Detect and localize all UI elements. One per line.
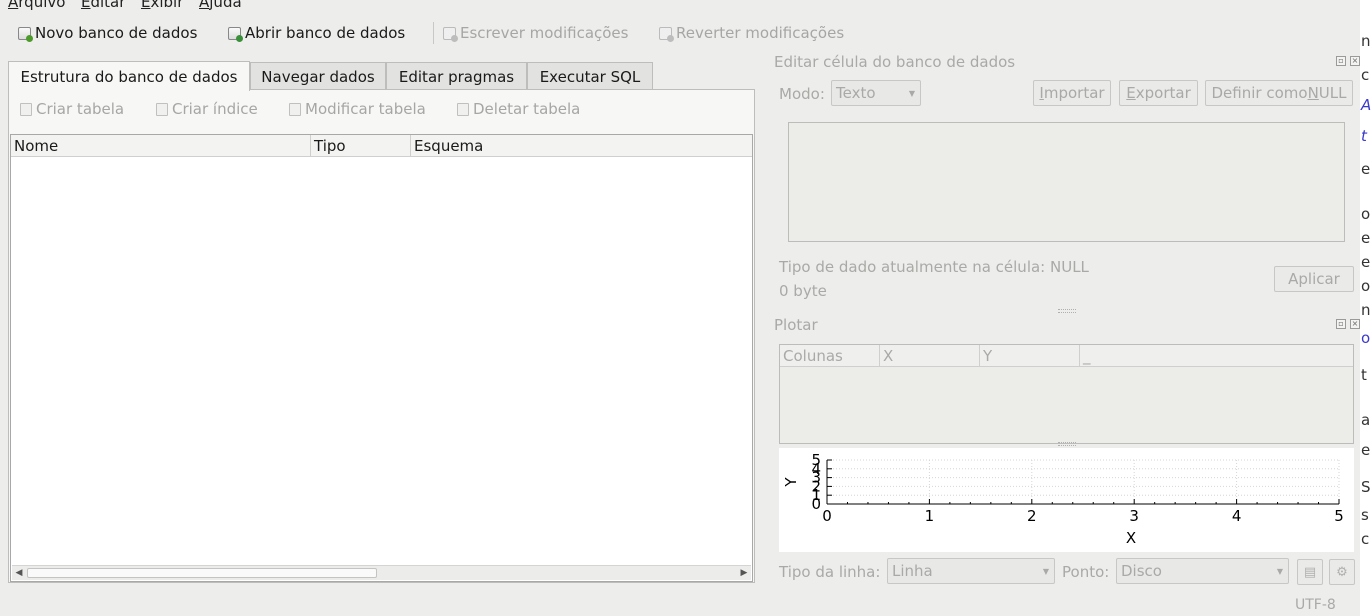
modify-table-icon — [289, 102, 301, 116]
delete-table-icon — [457, 102, 469, 116]
x-tick-label: 5 — [1334, 507, 1344, 525]
cell-editor-textarea[interactable] — [788, 122, 1345, 242]
horizontal-scrollbar[interactable]: ◀ ▶ — [12, 565, 751, 580]
export-button[interactable]: Exportar — [1119, 80, 1198, 106]
menu-ajuda[interactable]: Ajuda — [199, 0, 242, 11]
open-database-icon — [228, 26, 243, 42]
point-label: Ponto: — [1062, 563, 1110, 581]
edit-cell-dock-title: Editar célula do banco de dados — [774, 53, 1016, 71]
write-changes-button[interactable]: Escrever modificações — [443, 22, 628, 44]
plot-chart: 0 1 2 3 4 5012345XY — [782, 451, 1344, 547]
write-changes-icon — [443, 26, 458, 42]
plot-column-header-columns[interactable]: Colunas — [780, 345, 880, 367]
chevron-down-icon: ▼ — [1042, 567, 1049, 576]
close-icon[interactable]: × — [1350, 319, 1360, 329]
mode-select[interactable]: Texto ▼ — [831, 80, 921, 106]
menu-arquivo[interactable]: Arquivo — [8, 0, 65, 11]
tab-edit-pragmas[interactable]: Editar pragmas — [386, 62, 527, 90]
save-plot-button[interactable]: ▤ — [1297, 559, 1323, 585]
float-icon[interactable]: ▫ — [1336, 319, 1346, 329]
column-header-name[interactable]: Nome — [11, 135, 311, 157]
column-header-schema[interactable]: Esquema — [411, 135, 752, 157]
line-type-label: Tipo da linha: — [779, 563, 881, 581]
schema-tree[interactable]: Nome Tipo Esquema ◀ ▶ — [10, 134, 753, 582]
point-select[interactable]: Disco ▼ — [1116, 558, 1289, 584]
y-tick-label: 5 — [811, 451, 821, 469]
plot-dock-title: Plotar — [774, 316, 818, 334]
create-table-button[interactable]: Criar tabela — [20, 100, 124, 118]
x-tick-label: 4 — [1232, 507, 1242, 525]
plot-options-button[interactable]: ⚙ — [1329, 559, 1355, 585]
toolbar-separator — [433, 22, 434, 44]
line-type-select[interactable]: Linha ▼ — [887, 558, 1055, 584]
scroll-left-icon[interactable]: ◀ — [13, 567, 25, 579]
mode-label: Modo: — [779, 85, 825, 103]
plot-column-header-extra[interactable]: _ — [1080, 345, 1353, 367]
dock-splitter[interactable] — [1058, 309, 1076, 313]
new-database-label: Novo banco de dados — [35, 24, 198, 42]
scrollbar-thumb[interactable] — [27, 568, 377, 578]
open-database-label: Abrir banco de dados — [245, 24, 406, 42]
scroll-right-icon[interactable]: ▶ — [738, 567, 750, 579]
gear-icon: ⚙ — [1336, 564, 1348, 580]
column-header-type[interactable]: Tipo — [311, 135, 411, 157]
y-axis-label: Y — [782, 477, 800, 488]
revert-changes-label: Reverter modificações — [676, 24, 845, 42]
plot-columns-table[interactable]: Colunas X Y _ — [779, 344, 1354, 444]
plot-column-header-x[interactable]: X — [880, 345, 980, 367]
create-table-icon — [20, 102, 32, 116]
save-icon: ▤ — [1303, 564, 1317, 580]
float-icon[interactable]: ▫ — [1336, 56, 1346, 66]
set-null-button[interactable]: Definir como N ULL — [1205, 80, 1353, 106]
import-button[interactable]: Importar — [1033, 80, 1111, 106]
menu-exibir[interactable]: Exibir — [141, 0, 183, 11]
x-tick-label: 2 — [1027, 507, 1037, 525]
chevron-down-icon: ▼ — [908, 89, 915, 98]
delete-table-button[interactable]: Deletar tabela — [457, 100, 580, 118]
create-index-icon — [156, 102, 168, 116]
x-tick-label: 0 — [822, 507, 832, 525]
tab-browse-data[interactable]: Navegar dados — [250, 62, 386, 90]
tab-database-structure[interactable]: Estrutura do banco de dados — [8, 61, 250, 91]
menu-editar[interactable]: Editar — [81, 0, 125, 11]
menu-bar: Arquivo Editar Exibir Ajuda — [0, 0, 1360, 12]
modify-table-button[interactable]: Modificar tabela — [289, 100, 426, 118]
revert-changes-icon — [659, 26, 674, 42]
tab-execute-sql[interactable]: Executar SQL — [527, 62, 653, 90]
open-database-button[interactable]: Abrir banco de dados — [228, 22, 405, 44]
close-icon[interactable]: × — [1350, 56, 1360, 66]
encoding-status: UTF-8 — [1295, 597, 1336, 613]
adjacent-window-edge: n c A t e o e e o n o t a e S s c — [1360, 0, 1372, 616]
chevron-down-icon: ▼ — [1276, 567, 1283, 576]
cell-type-info: Tipo de dado atualmente na célula: NULL — [779, 258, 1089, 276]
new-database-button[interactable]: Novo banco de dados — [18, 22, 197, 44]
plot-area[interactable]: 012345012345XY — [779, 448, 1354, 552]
x-tick-label: 1 — [925, 507, 935, 525]
new-database-icon — [18, 26, 33, 42]
create-index-button[interactable]: Criar índice — [156, 100, 258, 118]
revert-changes-button[interactable]: Reverter modificações — [659, 22, 844, 44]
cell-size-info: 0 byte — [779, 282, 827, 300]
x-tick-label: 3 — [1129, 507, 1139, 525]
plot-column-header-y[interactable]: Y — [980, 345, 1080, 367]
x-axis-label: X — [1126, 529, 1136, 547]
write-changes-label: Escrever modificações — [460, 24, 629, 42]
plot-splitter[interactable] — [1058, 442, 1076, 446]
apply-button[interactable]: Aplicar — [1274, 266, 1354, 292]
